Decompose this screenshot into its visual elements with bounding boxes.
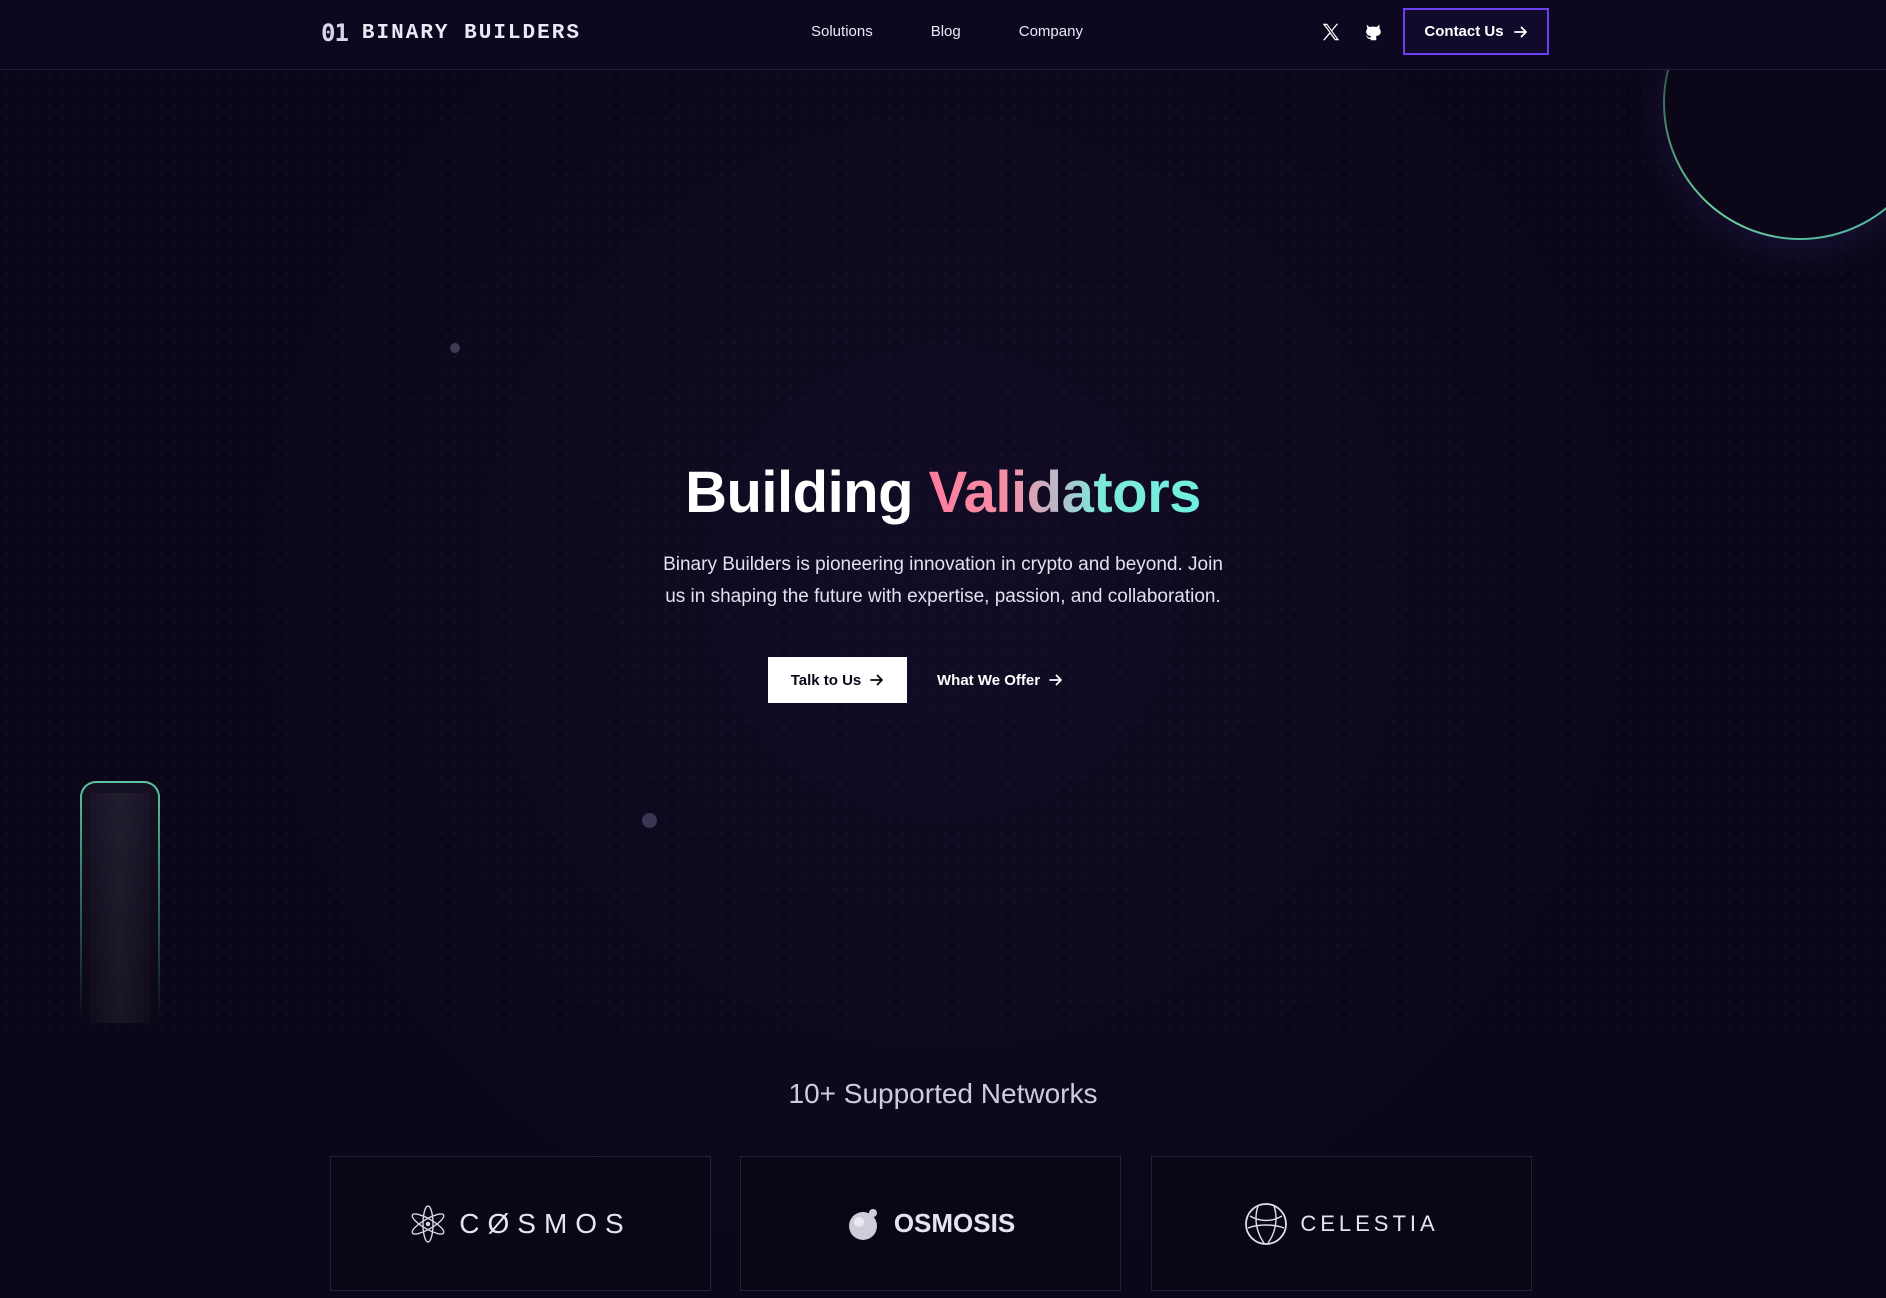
- network-card-osmosis[interactable]: OSMOSIS: [740, 1156, 1121, 1291]
- decorative-pill: [80, 781, 160, 1023]
- hero-title-gradient: Validators: [928, 460, 1202, 525]
- logo-text: BINARY BUILDERS: [361, 21, 581, 45]
- logo-mark: 01: [321, 19, 349, 47]
- nav-link-solutions[interactable]: Solutions: [811, 23, 873, 40]
- osmosis-logo: OSMOSIS: [846, 1206, 1015, 1242]
- hero-subtitle-line: us in shaping the future with expertise,…: [665, 586, 1221, 607]
- osmosis-planet-icon: [848, 1208, 877, 1240]
- celestia-globe-icon: [1245, 1202, 1288, 1245]
- page: 01 BINARY BUILDERS Solutions Blog Compan…: [0, 0, 1886, 1298]
- hero-title: Building Validators: [0, 458, 1886, 528]
- top-navbar: 01 BINARY BUILDERS Solutions Blog Compan…: [0, 0, 1886, 70]
- hero-subtitle-line: Binary Builders is pioneering innovation…: [663, 554, 1223, 575]
- brand-logo[interactable]: 01 BINARY BUILDERS: [321, 19, 581, 47]
- talk-to-us-label: Talk to Us: [790, 671, 862, 689]
- nav-links: Solutions Blog Company: [811, 23, 1083, 40]
- cosmos-logo: CØSMOS: [409, 1204, 631, 1244]
- decorative-dot: [450, 343, 460, 353]
- decorative-dot: [642, 813, 657, 828]
- nav-link-company[interactable]: Company: [1019, 23, 1083, 40]
- x-icon[interactable]: [1320, 21, 1342, 43]
- github-icon[interactable]: [1362, 21, 1384, 43]
- contact-us-label: Contact Us: [1424, 23, 1504, 40]
- pill-glow: [90, 793, 150, 1023]
- network-card-celestia[interactable]: CELESTIA: [1151, 1156, 1532, 1291]
- nav-link-blog[interactable]: Blog: [931, 23, 961, 40]
- talk-to-us-button[interactable]: Talk to Us: [768, 657, 907, 703]
- hero-title-plain: Building: [685, 460, 914, 525]
- what-we-offer-button[interactable]: What We Offer: [937, 657, 1063, 703]
- hero-subtitle: Binary Builders is pioneering innovation…: [640, 549, 1246, 613]
- what-we-offer-label: What We Offer: [937, 671, 1041, 689]
- networks-title: 10+ Supported Networks: [788, 1078, 1098, 1109]
- cosmos-name: CØSMOS: [459, 1207, 632, 1239]
- celestia-logo: CELESTIA: [1244, 1202, 1438, 1246]
- osmosis-name: OSMOSIS: [893, 1208, 1016, 1238]
- arrow-right-icon: [1049, 674, 1062, 686]
- celestia-name: CELESTIA: [1300, 1210, 1439, 1236]
- arrow-right-icon: [1513, 26, 1527, 37]
- contact-us-button[interactable]: Contact Us: [1403, 8, 1549, 55]
- atom-icon: [411, 1204, 445, 1243]
- network-card-cosmos[interactable]: CØSMOS: [330, 1156, 711, 1291]
- arrow-right-icon: [870, 674, 884, 686]
